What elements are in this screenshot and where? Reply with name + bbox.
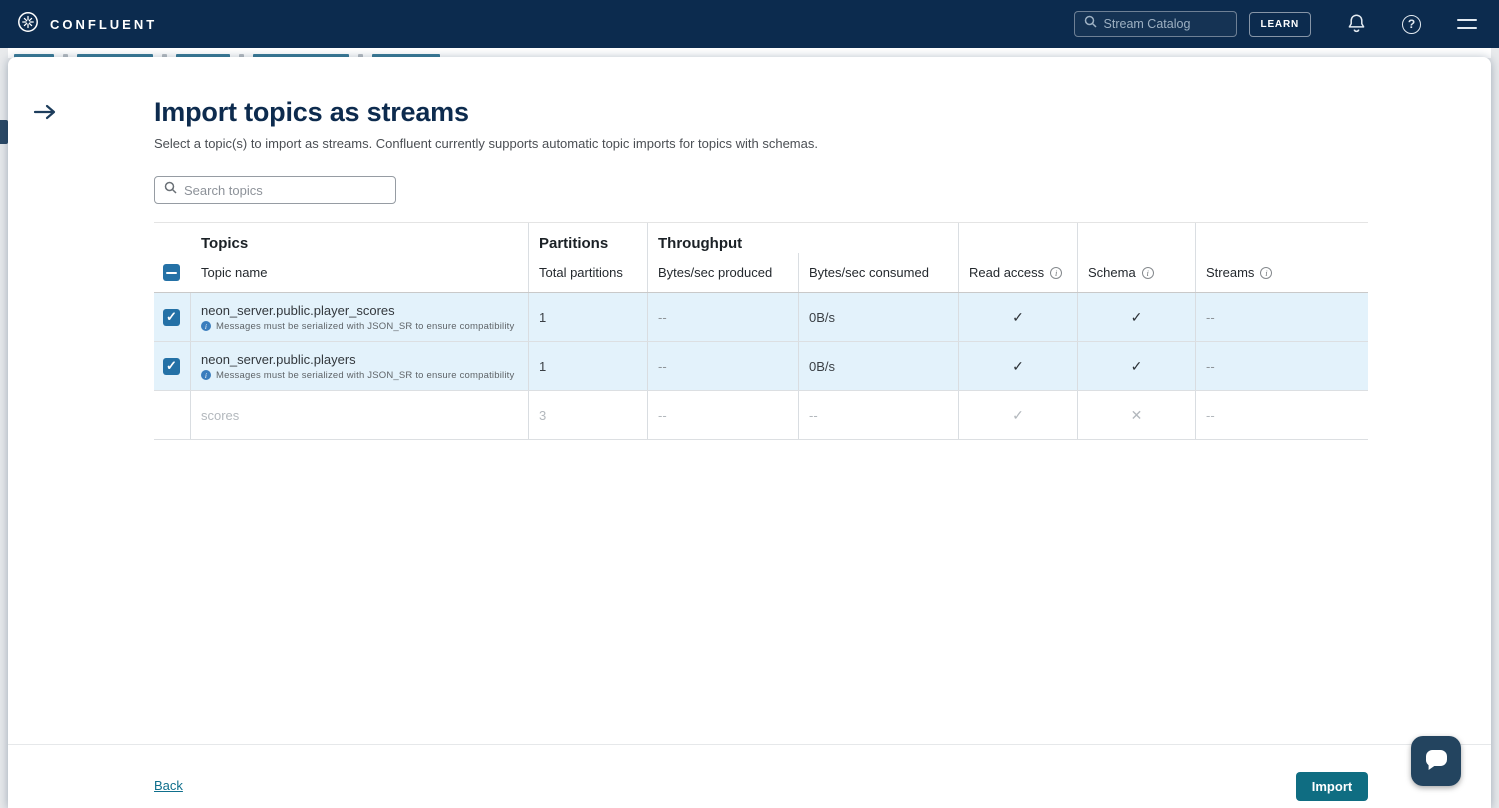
row-checkbox-cell (154, 391, 191, 439)
row-checkbox[interactable] (163, 358, 180, 375)
bytes-produced-cell: -- (648, 391, 799, 439)
streams-cell: -- (1196, 391, 1368, 439)
learn-button[interactable]: LEARN (1249, 12, 1311, 37)
chat-support-button[interactable] (1411, 736, 1461, 786)
stream-catalog-search-input[interactable] (1104, 17, 1227, 31)
row-checkbox[interactable] (163, 309, 180, 326)
column-header-schema: Schema (1078, 223, 1196, 292)
chat-bubble-icon (1423, 747, 1450, 775)
page-subtitle: Select a topic(s) to import as streams. … (154, 136, 1368, 151)
bytes-produced-cell: -- (648, 342, 799, 390)
top-navigation-bar: CONFLUENT LEARN (0, 0, 1499, 48)
row-checkbox-cell (154, 342, 191, 390)
info-icon[interactable] (1142, 267, 1154, 279)
streams-cell: -- (1196, 293, 1368, 341)
table-row: neon_server.public.players Messages must… (154, 342, 1368, 391)
topic-name: scores (201, 408, 239, 423)
select-all-cell (154, 253, 191, 292)
help-button[interactable] (1402, 15, 1421, 34)
notifications-button[interactable] (1347, 13, 1366, 36)
bytes-consumed-cell: 0B/s (799, 342, 959, 390)
search-icon (164, 181, 177, 199)
stream-catalog-search[interactable] (1074, 11, 1237, 37)
bytes-produced-cell: -- (648, 293, 799, 341)
topic-note-text: Messages must be serialized with JSON_SR… (216, 370, 514, 381)
partitions-cell: 3 (529, 391, 648, 439)
bell-icon (1347, 13, 1366, 36)
read-access-label: Read access (969, 265, 1044, 280)
topic-cell: scores (191, 391, 529, 439)
help-icon (1402, 15, 1421, 34)
import-topics-panel: Import topics as streams Select a topic(… (8, 57, 1491, 808)
read-access-cell: ✓ (959, 293, 1078, 341)
hamburger-menu-icon (1457, 19, 1477, 29)
topic-cell: neon_server.public.player_scores Message… (191, 293, 529, 341)
table-row: neon_server.public.player_scores Message… (154, 293, 1368, 342)
group-header-throughput: Throughput (648, 223, 959, 253)
back-link[interactable]: Back (154, 778, 183, 793)
import-button[interactable]: Import (1296, 772, 1368, 801)
info-icon[interactable] (1050, 267, 1062, 279)
partitions-cell: 1 (529, 293, 648, 341)
info-icon[interactable] (1260, 267, 1272, 279)
group-header-partitions: Partitions (529, 223, 648, 253)
column-header-read-access: Read access (959, 223, 1078, 292)
topic-name: neon_server.public.players (201, 352, 356, 367)
streams-cell: -- (1196, 342, 1368, 390)
table-row: scores 3 -- -- ✓ ✕ -- (154, 391, 1368, 440)
page-title: Import topics as streams (154, 97, 1368, 128)
topic-cell: neon_server.public.players Messages must… (191, 342, 529, 390)
table-header: Topics Partitions Throughput Read access… (154, 222, 1368, 293)
topic-note-text: Messages must be serialized with JSON_SR… (216, 321, 514, 332)
main-menu-button[interactable] (1457, 19, 1477, 29)
column-header-total-partitions: Total partitions (529, 253, 648, 292)
bytes-consumed-cell: -- (799, 391, 959, 439)
group-header-topics: Topics (154, 223, 529, 253)
schema-cell: ✓ (1078, 293, 1196, 341)
panel-footer: Back Import (8, 744, 1491, 808)
select-all-checkbox[interactable] (163, 264, 180, 281)
topic-name: neon_server.public.player_scores (201, 303, 395, 318)
topics-table: Topics Partitions Throughput Read access… (154, 222, 1368, 440)
collapsed-sidebar-edge (0, 120, 8, 144)
row-checkbox-cell (154, 293, 191, 341)
topic-note: Messages must be serialized with JSON_SR… (201, 370, 514, 381)
confluent-brand[interactable]: CONFLUENT (16, 10, 157, 39)
collapse-panel-button[interactable] (33, 103, 57, 124)
info-icon (201, 321, 211, 331)
panel-content: Import topics as streams Select a topic(… (154, 57, 1368, 440)
column-header-bytes-consumed: Bytes/sec consumed (799, 253, 959, 292)
schema-cell: ✕ (1078, 391, 1196, 439)
column-header-streams: Streams (1196, 223, 1368, 292)
brand-name: CONFLUENT (50, 17, 157, 32)
arrow-right-icon (33, 109, 57, 124)
schema-cell: ✓ (1078, 342, 1196, 390)
search-icon (1084, 15, 1097, 33)
column-header-topic-name: Topic name (191, 253, 529, 292)
streams-label: Streams (1206, 265, 1254, 280)
schema-label: Schema (1088, 265, 1136, 280)
column-header-bytes-produced: Bytes/sec produced (648, 253, 799, 292)
bytes-consumed-cell: 0B/s (799, 293, 959, 341)
read-access-cell: ✓ (959, 342, 1078, 390)
topic-search[interactable] (154, 176, 396, 204)
topic-search-input[interactable] (184, 183, 386, 198)
confluent-logo-icon (16, 10, 40, 39)
read-access-cell: ✓ (959, 391, 1078, 439)
info-icon (201, 370, 211, 380)
topic-note: Messages must be serialized with JSON_SR… (201, 321, 514, 332)
partitions-cell: 1 (529, 342, 648, 390)
